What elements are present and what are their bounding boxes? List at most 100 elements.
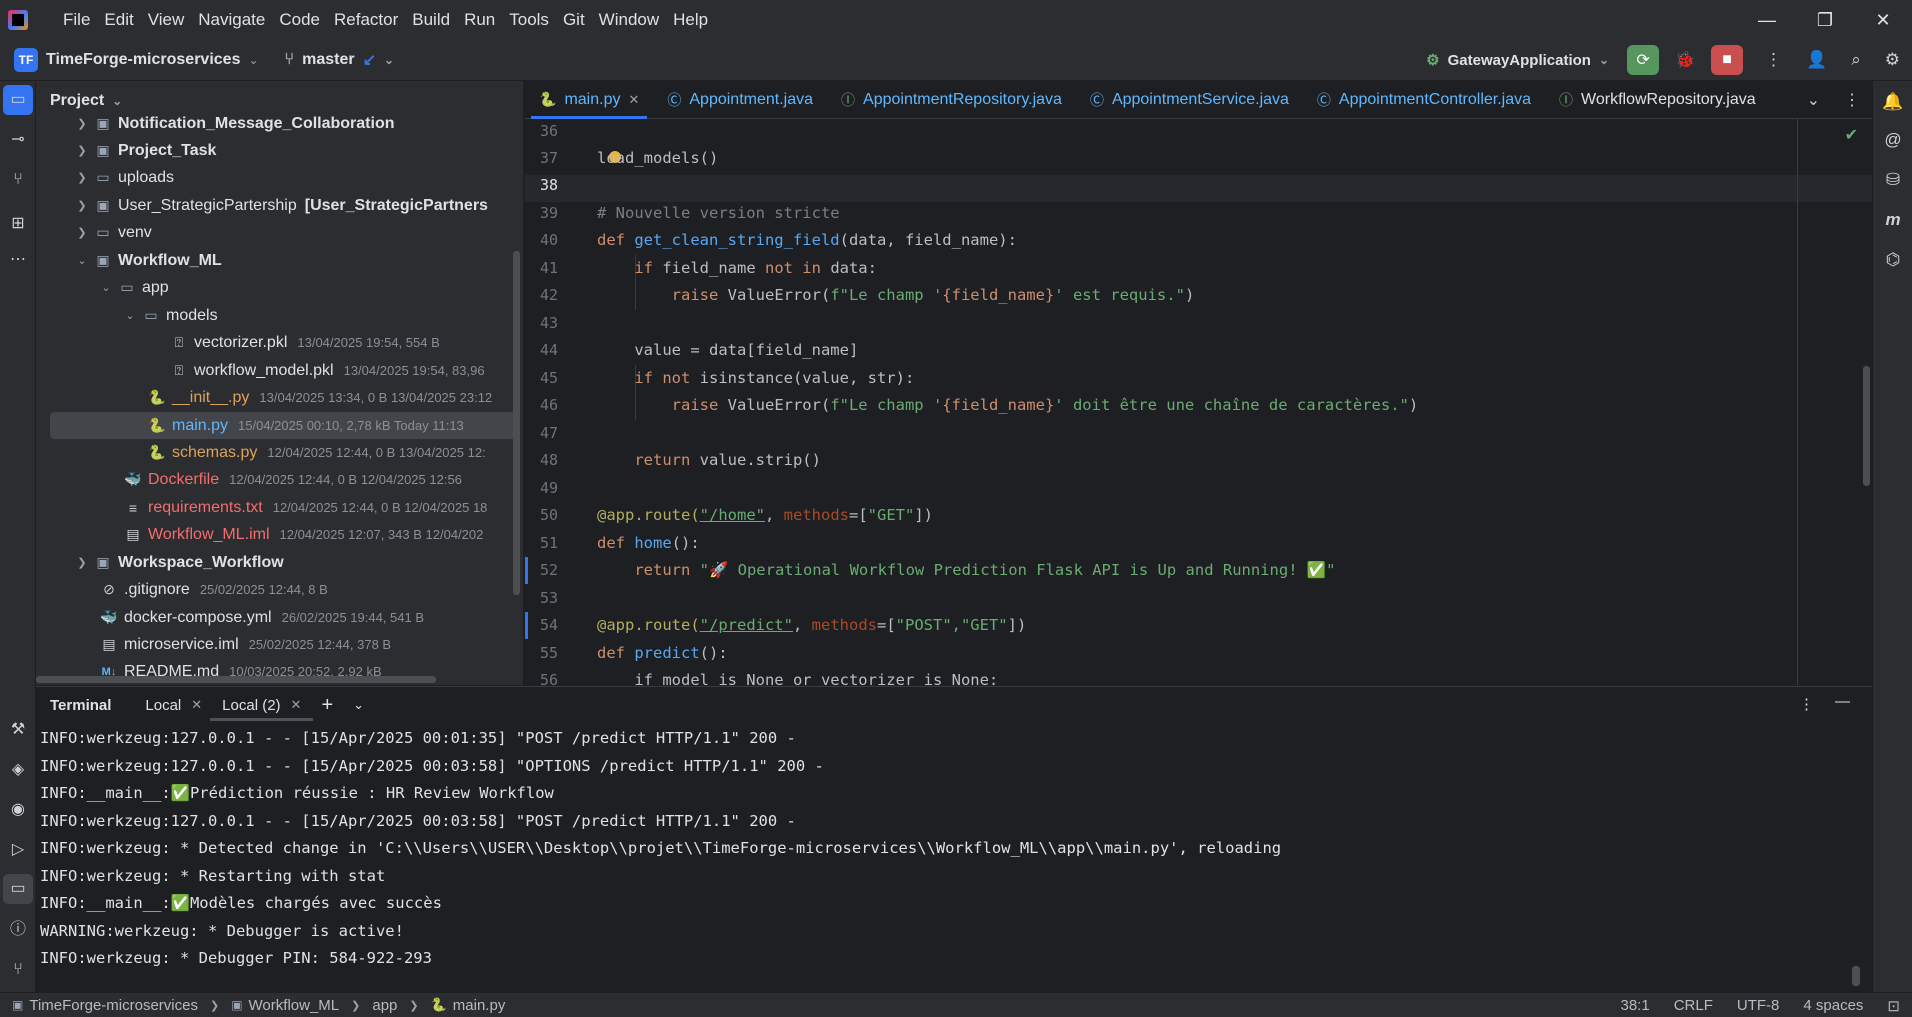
terminal-tab-local-2[interactable]: Local (2) ✕ [210,687,314,723]
menu-git[interactable]: Git [556,0,592,40]
chevron-down-icon[interactable]: ⌄ [1807,90,1820,110]
editor-scrollbar[interactable] [1863,366,1870,486]
close-tab-icon[interactable]: ✕ [191,697,202,713]
tree-item[interactable]: ⌄ ▭ models [122,302,217,329]
menu-build[interactable]: Build [405,0,457,40]
project-badge[interactable]: TF [14,48,38,72]
gradle-icon[interactable]: ⌬ [1873,245,1912,275]
chevron-right-icon[interactable]: ❯ [74,199,90,212]
tree-item[interactable]: ⌄ ▭ app [98,274,168,301]
tab-appointment-service[interactable]: Ⓒ AppointmentService.java [1076,81,1303,119]
tree-item[interactable]: ≡ requirements.txt 12/04/2025 12:44, 0 B 1… [120,494,488,521]
project-tool-icon[interactable]: ▭ [3,85,33,115]
menu-window[interactable]: Window [592,0,666,40]
git-icon[interactable]: ⑂ [0,955,36,985]
chevron-down-icon[interactable]: ⌄ [353,687,364,723]
settings-icon[interactable]: ⚙ [1885,50,1900,70]
search-icon[interactable]: ⌕ [1851,50,1861,70]
menu-refactor[interactable]: Refactor [327,0,405,40]
vcs-change-marker[interactable] [525,557,528,584]
tab-appointment-java[interactable]: Ⓒ Appointment.java [653,81,827,119]
database-icon[interactable]: ⛁ [1873,165,1912,195]
project-name-dropdown[interactable]: TimeForge-microservices [46,51,240,69]
menu-code[interactable]: Code [272,0,327,40]
tree-item[interactable]: ❯ ▣ User_StrategicPartership [User_Strategi… [74,192,488,219]
menu-view[interactable]: View [141,0,192,40]
lock-icon[interactable]: ⊡ [1887,997,1900,1015]
tree-item[interactable]: 🐍 __init__.py 13/04/2025 13:34, 0 B 13/04/… [144,384,492,411]
menu-edit[interactable]: Edit [97,0,140,40]
code-area[interactable]: load_models() # Nouvelle version stricte… [597,119,1747,685]
services-icon[interactable]: ◈ [0,755,36,785]
close-icon[interactable]: ✕ [1854,0,1912,40]
tree-item[interactable]: ⊘ .gitignore 25/02/2025 12:44, 8 B [96,576,328,603]
tree-item[interactable]: ❯ ▣ Workspace_Workflow [74,549,283,576]
restore-icon[interactable]: ❐ [1796,0,1854,40]
menu-file[interactable]: File [56,0,97,40]
chevron-right-icon[interactable]: ❯ [74,556,90,569]
breadcrumb-item[interactable]: Workflow_ML [249,997,340,1014]
add-user-icon[interactable]: 👤 [1806,50,1827,70]
minimize-icon[interactable]: — [1738,0,1796,40]
chevron-down-icon[interactable]: ⌄ [74,254,90,267]
build-icon[interactable]: ⚒ [0,715,36,745]
rerun-button[interactable]: ⟳ [1627,45,1660,75]
file-encoding[interactable]: UTF-8 [1737,997,1780,1014]
more-tools-icon[interactable]: ⋯ [0,245,36,275]
breadcrumb-item[interactable]: app [372,997,397,1014]
tree-item[interactable]: ❯ ▣ Notification_Message_Collaboration [74,110,394,137]
tree-item[interactable]: ▤ Workflow_ML.iml 12/04/2025 12:07, 343 B … [120,521,483,548]
more-icon[interactable]: ⋮ [1844,90,1860,110]
chevron-right-icon[interactable]: ❯ [74,117,90,130]
caret-position[interactable]: 38:1 [1621,997,1650,1014]
tree-item[interactable]: ❯ ▭ uploads [74,164,174,191]
tree-item-selected[interactable]: 🐍 main.py 15/04/2025 00:10, 2,78 kB Today … [50,412,518,439]
more-actions-icon[interactable]: ⋮ [1765,50,1782,70]
terminal-icon[interactable]: ▭ [3,874,33,904]
breadcrumb-item[interactable]: TimeForge-microservices [29,997,198,1014]
chevron-right-icon[interactable]: ❯ [74,171,90,184]
menu-tools[interactable]: Tools [502,0,556,40]
run-icon[interactable]: ▷ [0,835,36,865]
close-tab-icon[interactable]: ✕ [291,697,302,713]
run-config-selector[interactable]: ⚙ GatewayApplication ⌄ [1426,51,1609,70]
tab-main-py[interactable]: 🐍 main.py ✕ [525,81,653,119]
breadcrumb-item[interactable]: main.py [453,997,506,1014]
hide-panel-icon[interactable]: — [1835,693,1850,710]
menu-run[interactable]: Run [457,0,502,40]
terminal-more-icon[interactable]: ⋮ [1799,695,1814,713]
ai-assistant-icon[interactable]: @ [1873,125,1912,155]
tree-item[interactable]: 🐳 Dockerfile 12/04/2025 12:44, 0 B 12/04/2… [120,466,462,493]
commit-tool-icon[interactable]: ⊸ [0,125,36,155]
inspection-ok-icon[interactable]: ✔ [1845,125,1858,145]
project-horizontal-scrollbar[interactable] [36,676,436,683]
debug-button[interactable]: 🐞 [1669,45,1701,75]
terminal-scrollbar[interactable] [1852,966,1860,986]
chevron-right-icon[interactable]: ❯ [74,226,90,239]
tab-appointment-repository[interactable]: Ⓘ AppointmentRepository.java [827,81,1076,119]
project-vertical-scrollbar[interactable] [513,251,520,595]
line-separator[interactable]: CRLF [1674,997,1713,1014]
tree-item[interactable]: 🐍 schemas.py 12/04/2025 12:44, 0 B 13/04/2… [144,439,485,466]
vcs-branch-widget[interactable]: ⑂ master ↙ ⌄ [285,50,395,70]
tree-item[interactable]: ⌄ ▣ Workflow_ML [74,247,221,274]
chevron-down-icon[interactable]: ⌄ [98,281,114,294]
terminal-tab-local[interactable]: Local ✕ [145,687,202,723]
pull-requests-icon[interactable]: ⑂ [0,165,36,195]
vcs-change-marker[interactable] [525,612,528,639]
indent-setting[interactable]: 4 spaces [1803,997,1863,1014]
tab-workflow-repository[interactable]: Ⓘ WorkflowRepository.java [1545,81,1770,119]
tab-appointment-controller[interactable]: Ⓒ AppointmentController.java [1303,81,1545,119]
tree-item[interactable]: ⍰ vectorizer.pkl 13/04/2025 19:54, 554 B [166,329,440,356]
tree-item[interactable]: ❯ ▣ Project_Task [74,137,216,164]
maven-icon[interactable]: m [1873,205,1912,235]
problems-icon[interactable]: ⓘ [0,915,36,945]
close-tab-icon[interactable]: ✕ [628,92,639,108]
tree-item[interactable]: ❯ ▭ venv [74,219,151,246]
stop-button[interactable]: ■ [1711,45,1744,75]
menu-help[interactable]: Help [666,0,715,40]
notifications-icon[interactable]: 🔔 [1873,87,1912,117]
intellij-logo-icon[interactable] [8,10,28,30]
run-services-icon[interactable]: ◉ [0,795,36,825]
tree-item[interactable]: ▤ microservice.iml 25/02/2025 12:44, 378 B [96,631,391,658]
